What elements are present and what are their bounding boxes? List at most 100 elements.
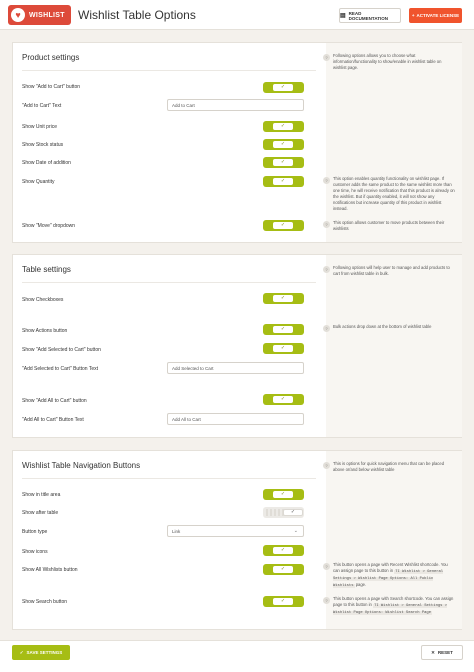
show-date-of-addition-toggle[interactable]: ✓ (263, 157, 304, 168)
book-icon: ▤ (340, 13, 346, 19)
show-actions-button-toggle[interactable]: ✓ (263, 324, 304, 335)
product-settings-sidebar (326, 43, 462, 242)
show-date-of-addition-label: Show Date of addition (22, 160, 71, 166)
show-in-title-area-toggle[interactable]: ✓ (263, 489, 304, 500)
add-to-cart-text-input[interactable]: Add to Cart (167, 99, 304, 111)
footer-bar: ✓ SAVE SETTINGS ✕ RESET (0, 640, 474, 672)
help-text: Bulk actions drop down at the bottom of … (333, 324, 432, 329)
show-add-all-label: Show "Add All to Cart" button (22, 398, 87, 404)
heart-icon: ♥ (11, 8, 25, 22)
check-icon: ✓ (273, 178, 293, 185)
save-icon: ✓ (19, 649, 24, 655)
show-after-table-label: Show after table (22, 510, 59, 516)
check-icon: ✓ (273, 84, 293, 91)
top-header: ♥ WISHLIST Wishlist Table Options ▤ READ… (0, 0, 474, 30)
info-icon: ? (323, 54, 330, 61)
reset-label: RESET (437, 650, 453, 655)
check-icon: ✓ (273, 345, 293, 352)
close-icon: ✕ (431, 649, 435, 655)
logo-text: WISHLIST (29, 11, 65, 19)
check-icon: ✓ (273, 598, 293, 605)
info-icon: ? (323, 563, 330, 570)
product-settings-panel: Product settings Show "Add to Cart" butt… (12, 42, 462, 243)
help-note: ? This button opens a page with Search s… (323, 596, 455, 616)
show-icons-label: Show icons (22, 549, 48, 555)
read-documentation-button[interactable]: ▤ READ DOCUMENTATION (339, 8, 401, 23)
info-icon: ? (323, 597, 330, 604)
check-icon: ✓ (273, 141, 293, 148)
show-add-all-toggle[interactable]: ✓ (263, 394, 304, 405)
check-icon: ✓ (273, 566, 293, 573)
add-all-text-label: "Add All to Cart" Button Text (22, 417, 84, 423)
show-search-button-toggle[interactable]: ✓ (263, 596, 304, 607)
show-move-dropdown-toggle[interactable]: ✓ (263, 220, 304, 231)
info-icon: ? (323, 462, 330, 469)
help-text: This is options for quick navigation men… (333, 461, 445, 472)
activate-license-button[interactable]: + ACTIVATE LICENSE (409, 8, 462, 23)
check-icon: ✓ (273, 491, 293, 498)
activate-license-label: ACTIVATE LICENSE (416, 13, 460, 18)
show-add-to-cart-toggle[interactable]: ✓ (263, 82, 304, 93)
add-to-cart-text-label: "Add to Cart" Text (22, 103, 62, 109)
help-text: This option allows customer to move prod… (333, 220, 445, 231)
show-icons-toggle[interactable]: ✓ (263, 545, 304, 556)
table-settings-sidebar (326, 255, 462, 437)
chevron-down-icon: ⌄ (293, 528, 298, 534)
help-note: ? This button opens a page with Recent W… (323, 562, 455, 589)
navigation-buttons-panel: Wishlist Table Navigation Buttons Show i… (12, 450, 462, 630)
save-settings-label: SAVE SETTINGS (26, 650, 63, 655)
show-checkboxes-label: Show Checkboxes (22, 297, 64, 303)
reset-button[interactable]: ✕ RESET (421, 645, 463, 660)
show-add-selected-label: Show "Add Selected to Cart" button (22, 347, 101, 353)
wishlist-logo: ♥ WISHLIST (8, 5, 71, 25)
check-icon: ✓ (273, 222, 293, 229)
table-settings-title: Table settings (22, 265, 71, 274)
show-search-button-label: Show Search button (22, 599, 68, 605)
help-text: Following options will help user to mana… (333, 265, 450, 276)
info-icon: ? (323, 325, 330, 332)
info-icon: ? (323, 177, 330, 184)
check-icon: ✓ (273, 123, 293, 130)
show-add-selected-toggle[interactable]: ✓ (263, 343, 304, 354)
check-icon: ✓ (273, 326, 293, 333)
show-all-wishlists-label: Show All Wishlists button (22, 567, 78, 573)
divider (22, 70, 316, 71)
check-icon: ✓ (273, 159, 293, 166)
plus-icon: + (411, 13, 415, 18)
show-stock-status-toggle[interactable]: ✓ (263, 139, 304, 150)
help-text-part: page. (355, 582, 367, 587)
check-icon: ✓ (273, 396, 293, 403)
help-note: ? Following options allows you to choose… (323, 53, 455, 71)
divider (22, 478, 316, 479)
show-after-table-toggle[interactable]: ✓ (263, 507, 304, 518)
info-icon: ? (323, 221, 330, 228)
check-icon: ✓ (283, 509, 303, 516)
show-all-wishlists-toggle[interactable]: ✓ (263, 564, 304, 575)
show-unit-price-label: Show Unit price (22, 124, 58, 130)
add-selected-text-label: "Add Selected to Cart" Button Text (22, 366, 99, 372)
show-quantity-toggle[interactable]: ✓ (263, 176, 304, 187)
show-unit-price-toggle[interactable]: ✓ (263, 121, 304, 132)
show-actions-button-label: Show Actions button (22, 328, 68, 334)
help-text: Following options allows you to choose w… (333, 53, 442, 70)
help-note: ? Following options will help user to ma… (323, 265, 455, 277)
table-settings-panel: Table settings Show Checkboxes ✓ Show Ac… (12, 254, 462, 438)
check-icon: ✓ (273, 295, 293, 302)
help-text: This button opens a page with Search sho… (333, 596, 455, 616)
add-selected-text-input[interactable]: Add Selected to Cart (167, 362, 304, 374)
button-type-label: Button type (22, 529, 48, 535)
check-icon: ✓ (273, 547, 293, 554)
navigation-buttons-title: Wishlist Table Navigation Buttons (22, 461, 141, 470)
help-note: ? This option allows customer to move pr… (323, 220, 455, 232)
show-checkboxes-toggle[interactable]: ✓ (263, 293, 304, 304)
help-note: ? This option enables quantity functiona… (323, 176, 455, 212)
divider (22, 282, 316, 283)
show-stock-status-label: Show Stock status (22, 142, 64, 148)
read-documentation-label: READ DOCUMENTATION (348, 10, 389, 21)
add-all-text-input[interactable]: Add All to Cart (167, 413, 304, 425)
save-settings-button[interactable]: ✓ SAVE SETTINGS (12, 645, 70, 660)
button-type-value: Link (172, 528, 181, 534)
button-type-select[interactable]: Link ⌄ (167, 525, 304, 537)
show-in-title-area-label: Show in title area (22, 492, 61, 498)
show-move-dropdown-label: Show "Move" dropdown (22, 223, 76, 229)
